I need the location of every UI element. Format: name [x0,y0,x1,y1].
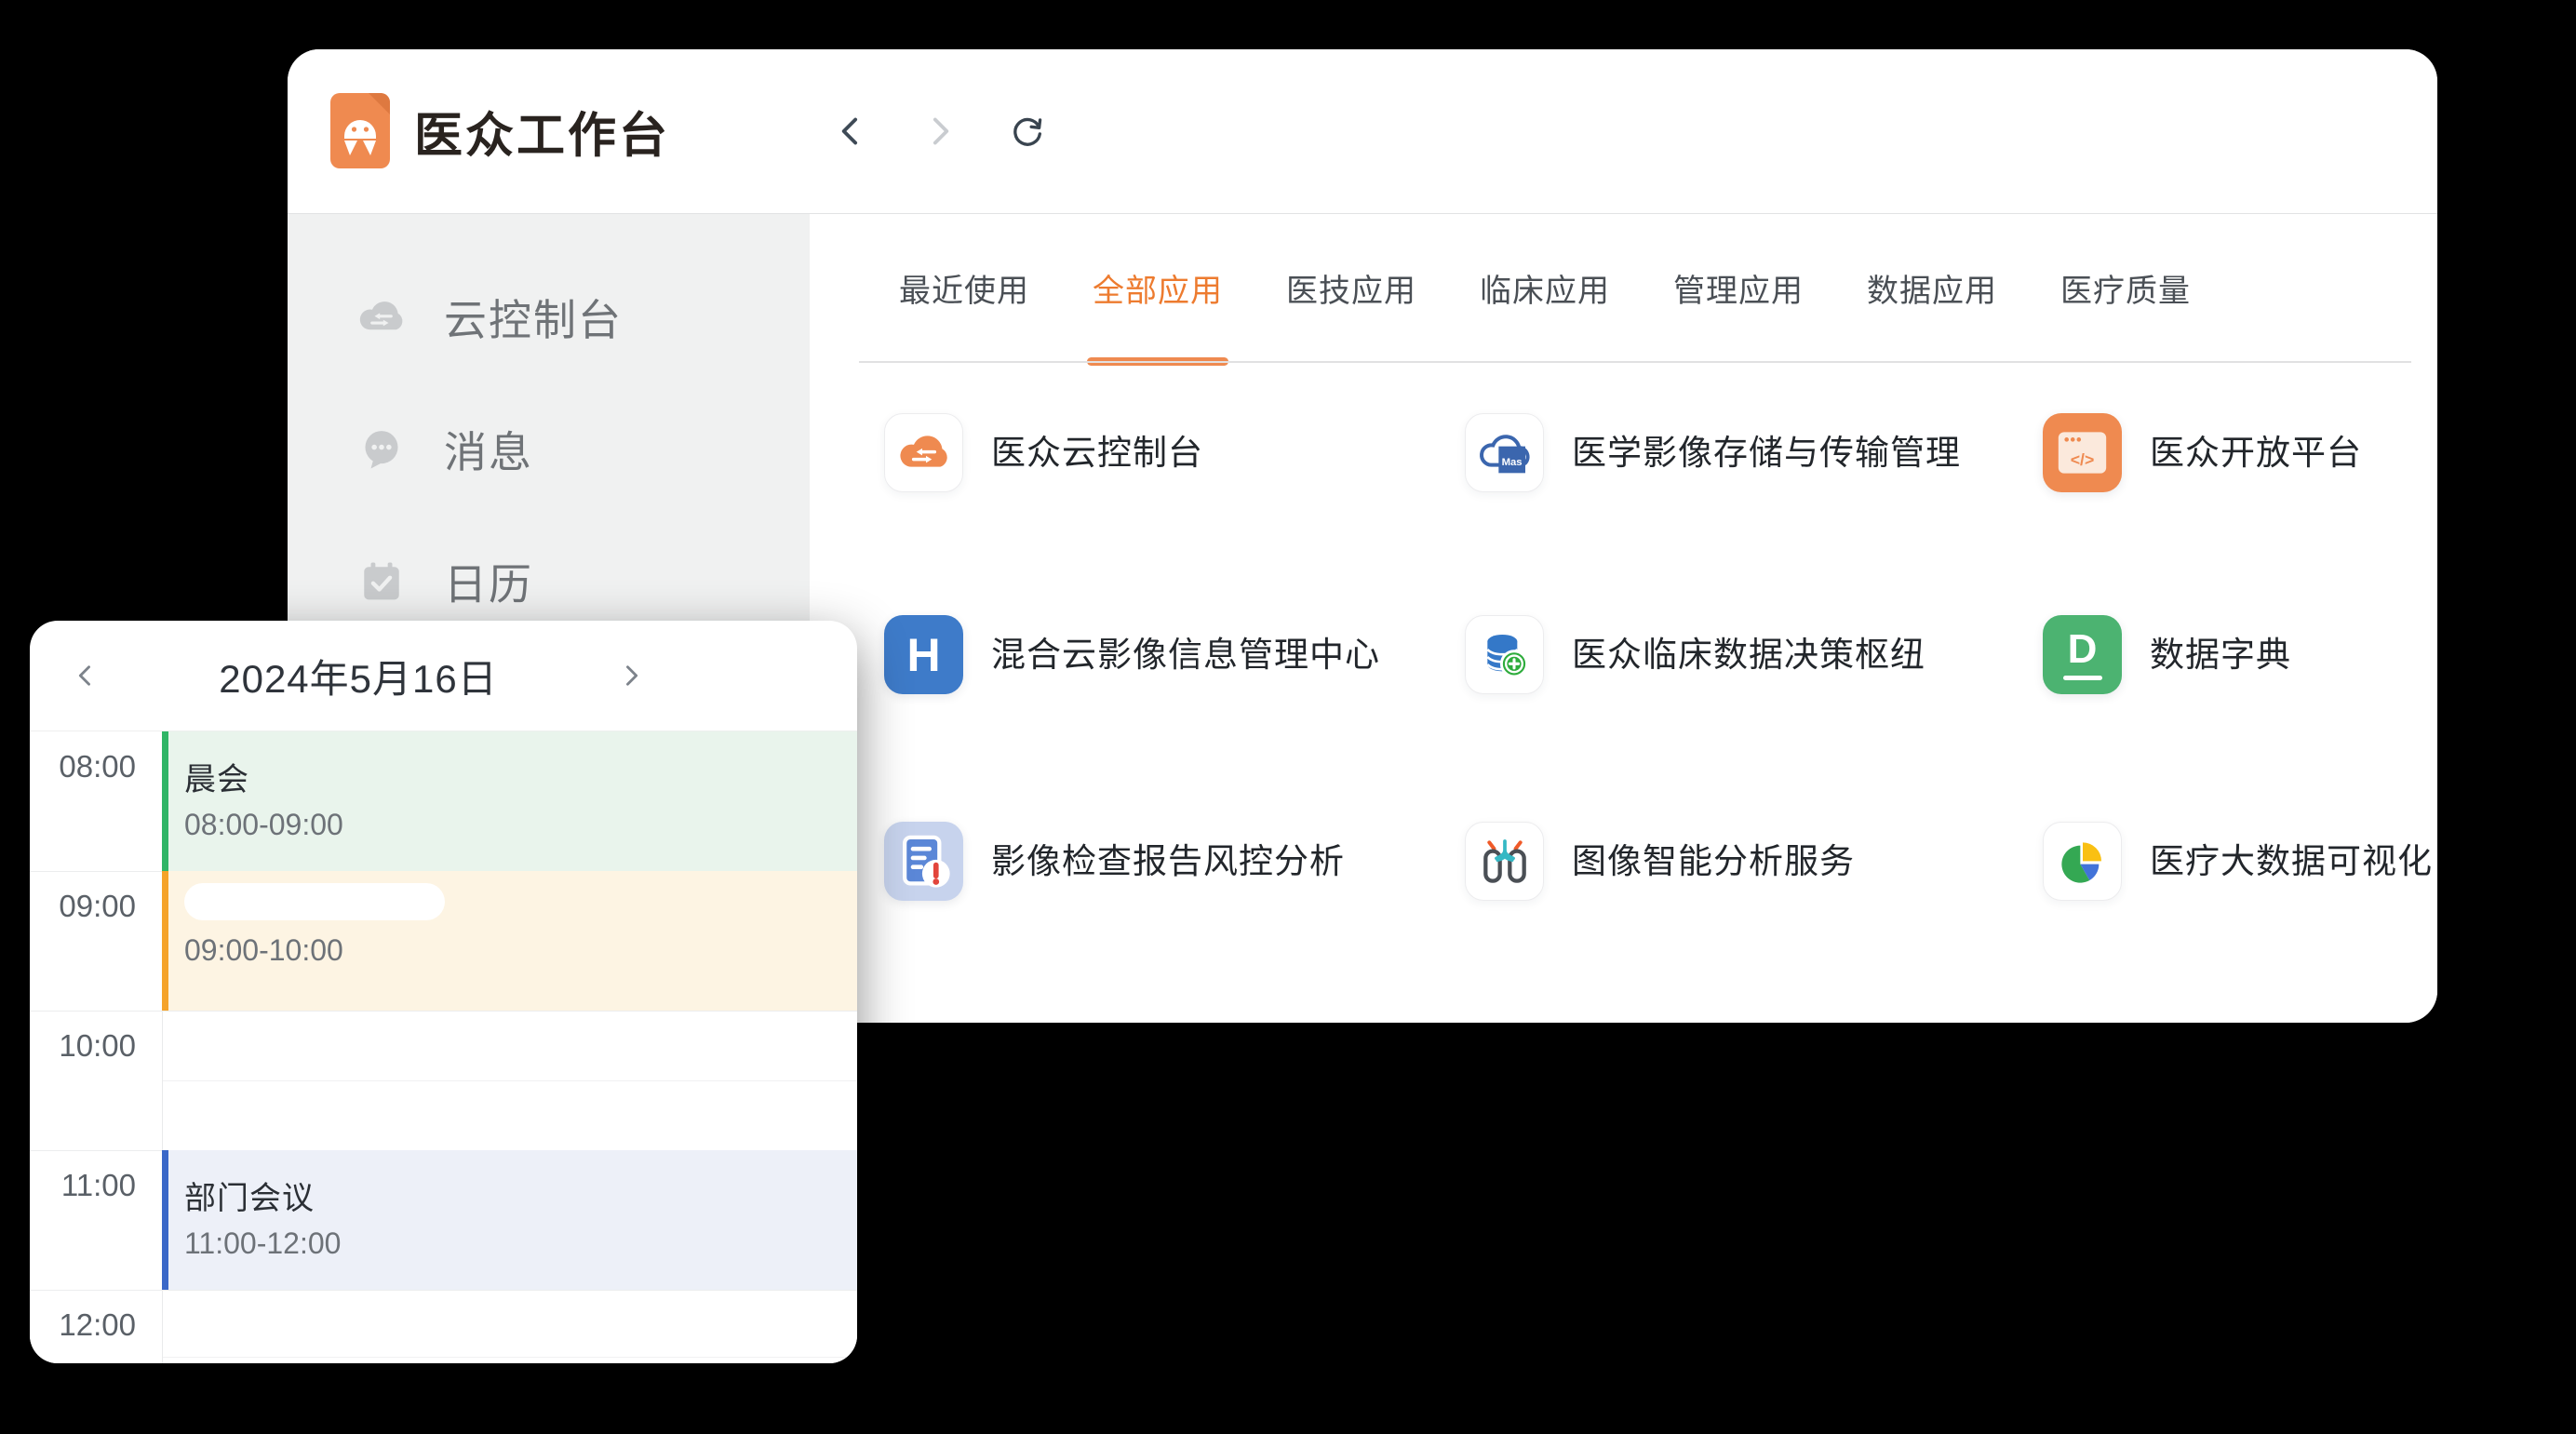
calendar-date: 2024年5月16日 [183,648,533,704]
app-label: 医疗大数据可视化 [2150,822,2433,901]
calendar-header: 2024年5月16日 [30,621,857,731]
time-label: 09:00 [30,889,136,924]
svg-text:Mas: Mas [1501,457,1522,468]
code-window-icon: </> [2043,413,2122,492]
app-item-hybrid-cloud-center[interactable]: H 混合云影像信息管理中心 [884,615,1465,822]
app-label: 混合云影像信息管理中心 [991,615,1380,694]
back-icon[interactable] [830,110,873,153]
app-item-cloud-console[interactable]: 医众云控制台 [884,413,1465,615]
forward-icon[interactable] [918,110,960,153]
app-item-report-risk-analysis[interactable]: 影像检查报告风控分析 [884,822,1465,1023]
tab-management-apps[interactable]: 管理应用 [1673,214,1804,361]
app-item-big-data-visualization[interactable]: 医疗大数据可视化 [2043,822,2437,1023]
tab-medtech-apps[interactable]: 医技应用 [1286,214,1416,361]
app-label: 医众云控制台 [991,413,1203,492]
letter-d-dictionary-icon: D [2043,615,2122,694]
app-label: 图像智能分析服务 [1572,822,1855,901]
event-title: 晨会 [184,754,857,799]
app-item-open-platform[interactable]: </> 医众开放平台 [2043,413,2437,615]
app-label: 医学影像存储与传输管理 [1572,413,1961,492]
sidebar-item-messages[interactable]: 消息 [288,422,810,477]
sidebar-item-label: 消息 [444,419,533,480]
tab-clinical-apps[interactable]: 临床应用 [1480,214,1610,361]
tab-medical-quality[interactable]: 医疗质量 [2060,214,2191,361]
event-time: 08:00-09:00 [184,808,857,842]
app-title: 医众工作台 [414,97,670,167]
app-label: 影像检查报告风控分析 [991,822,1345,901]
app-category-tabs: 最近使用 全部应用 医技应用 临床应用 管理应用 数据应用 医疗质量 [899,214,2400,361]
lungs-icon [1465,822,1544,901]
orange-cloud-transfer-icon [884,413,963,492]
underline-bar [2063,676,2102,680]
calendar-event-redacted[interactable]: 09:00-10:00 [162,871,857,1011]
sidebar-item-cloud-console[interactable]: 云控制台 [288,289,810,345]
app-logo-icon [330,93,390,168]
letter-h-icon: H [884,615,963,694]
refresh-icon[interactable] [1005,110,1048,153]
content-area: 最近使用 全部应用 医技应用 临床应用 管理应用 数据应用 医疗质量 [810,214,2437,1023]
sidebar-item-label: 日历 [444,551,533,612]
svg-text:</>: </> [2071,450,2095,469]
time-label: 11:00 [30,1168,136,1203]
divider [859,361,2411,363]
sidebar-item-label: 云控制台 [444,287,623,348]
calendar-event-department-meeting[interactable]: 部门会议 11:00-12:00 [162,1150,857,1290]
app-grid: 医众云控制台 Mas 医学影像存储与传输管理 [884,413,2437,1023]
message-bubble-icon [355,422,409,476]
redacted-event-title [184,883,445,920]
sidebar-item-calendar[interactable]: 日历 [288,554,810,610]
event-time: 09:00-10:00 [184,933,857,968]
time-label: 08:00 [30,749,136,784]
event-title: 部门会议 [184,1173,857,1218]
app-label: 数据字典 [2150,615,2291,694]
next-day-icon[interactable] [615,660,647,691]
app-item-image-ai-analysis[interactable]: 图像智能分析服务 [1465,822,2043,1023]
report-alert-icon [884,822,963,901]
tab-recently-used[interactable]: 最近使用 [899,214,1029,361]
cloud-transfer-icon [355,290,409,344]
calendar-check-icon [355,555,409,609]
calendar-day-grid: 08:00 09:00 10:00 11:00 12:00 晨会 08:00-0… [30,731,857,1363]
tab-all-apps[interactable]: 全部应用 [1093,214,1223,361]
time-label: 12:00 [30,1307,136,1343]
divider [30,1290,857,1291]
app-item-clinical-data-hub[interactable]: 医众临床数据决策枢纽 [1465,615,2043,822]
divider [163,1357,857,1358]
pie-chart-icon [2043,822,2122,901]
calendar-panel: 2024年5月16日 08:00 09:00 10:00 11:00 12:00… [30,621,857,1363]
divider [30,1011,857,1012]
app-label: 医众临床数据决策枢纽 [1572,615,1925,694]
time-label: 10:00 [30,1028,136,1064]
tab-data-apps[interactable]: 数据应用 [1867,214,1997,361]
app-item-data-dictionary[interactable]: D 数据字典 [2043,615,2437,822]
nav-buttons [830,49,1048,213]
divider [163,1080,857,1081]
database-plus-icon [1465,615,1544,694]
blue-cloud-mas-icon: Mas [1465,413,1544,492]
app-item-imaging-pacs[interactable]: Mas 医学影像存储与传输管理 [1465,413,2043,615]
event-time: 11:00-12:00 [184,1226,857,1261]
app-label: 医众开放平台 [2150,413,2362,492]
desktop-background: 医众工作台 [0,0,2576,1434]
previous-day-icon[interactable] [70,660,101,691]
calendar-event-morning-meeting[interactable]: 晨会 08:00-09:00 [162,731,857,871]
title-bar: 医众工作台 [288,49,2437,214]
